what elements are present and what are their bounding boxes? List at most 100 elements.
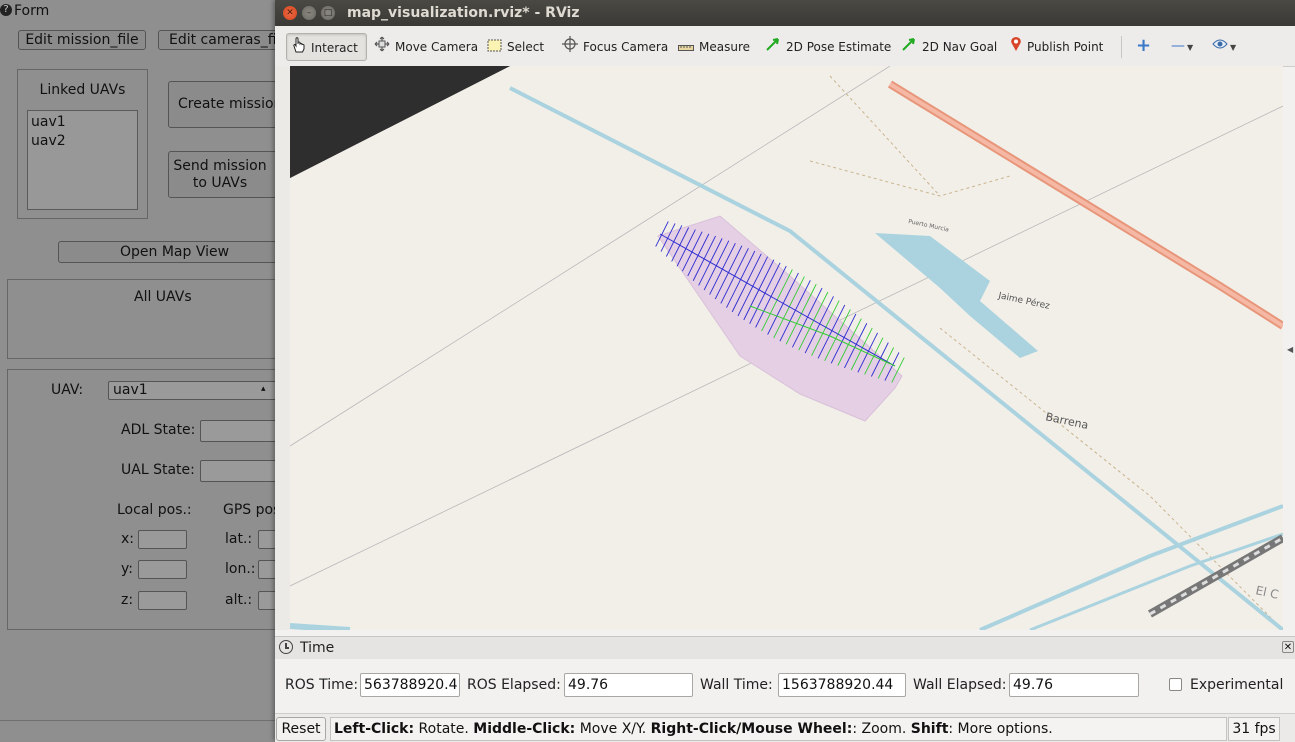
move-camera-label: Move Camera [395,40,479,54]
help-hint: Left-Click: Rotate. Middle-Click: Move X… [330,717,1227,741]
list-item[interactable]: uav2 [31,132,134,151]
map-scene: Barrena Jaime Pérez Puerto Murcia El C [290,66,1283,630]
hint-zoom: : Zoom. [852,721,911,737]
right-panel-toggle-icon[interactable]: ◀ [1287,345,1293,354]
left-dock-gutter [275,66,290,630]
x-label: x: [121,531,135,547]
hint-right-click: Right-Click/Mouse Wheel: [650,721,853,737]
measure-tool[interactable]: Measure [673,33,755,61]
rviz-window: ✕ – □ map_visualization.rviz* - RViz Int… [275,0,1295,742]
pose-estimate-label: 2D Pose Estimate [786,40,892,54]
select-icon [487,34,502,62]
all-uavs-label: All UAVs [134,289,192,305]
window-title: map_visualization.rviz* - RViz [347,5,580,21]
y-label: y: [121,561,133,577]
send-mission-label-2: to UAVs [192,175,248,191]
time-panel-header: Time ✕ [275,636,1295,659]
select-tool[interactable]: Select [482,33,549,61]
linked-uavs-list[interactable]: uav1 uav2 [27,110,138,210]
chevron-down-icon: ▼ [1187,43,1194,52]
publish-point-tool[interactable]: Publish Point [1005,33,1108,61]
wall-time-field[interactable]: 1563788920.44 [778,673,906,697]
ros-time-label: ROS Time: [285,677,359,693]
wall-time-label: Wall Time: [700,677,773,693]
edit-mission-file-button[interactable]: Edit mission_file [18,30,146,50]
maximize-window-icon[interactable]: □ [321,6,335,20]
focus-camera-label: Focus Camera [583,40,669,54]
reset-button[interactable]: Reset [276,717,326,741]
open-map-view-button[interactable]: Open Map View [58,241,290,263]
minimize-window-icon[interactable]: – [302,6,316,20]
form-window: ? Form Edit mission_file Edit cameras_fi … [0,0,290,741]
publish-point-label: Publish Point [1027,40,1104,54]
form-title-text: Form [14,3,50,19]
local-y-field[interactable] [138,560,187,579]
map-pin-icon [1010,34,1022,62]
clock-icon [279,640,293,654]
interact-label: Interact [311,41,358,55]
focus-camera-tool[interactable]: Focus Camera [557,33,673,61]
green-arrow-icon [765,34,781,62]
ruler-icon [678,34,694,62]
move-camera-tool[interactable]: Move Camera [369,33,483,61]
lat-label: lat.: [225,531,253,547]
hint-more: : More options. [948,721,1053,737]
hint-rotate: Rotate. [414,721,474,737]
wall-elapsed-field[interactable]: 49.76 [1009,673,1139,697]
nav-goal-tool[interactable]: 2D Nav Goal [896,33,1002,61]
time-panel-title: Time [300,640,335,656]
remove-tool-icon[interactable]: — ▼ [1171,37,1193,57]
title-bar: ✕ – □ map_visualization.rviz* - RViz [275,0,1295,26]
render-viewport[interactable]: Barrena Jaime Pérez Puerto Murcia El C [290,66,1283,630]
green-arrow-icon [901,34,917,62]
linked-uavs-group: Linked UAVs uav1 uav2 [17,69,148,219]
wall-elapsed-label: Wall Elapsed: [913,677,1007,693]
form-title: ? Form [0,0,49,22]
select-label: Select [507,40,545,54]
move-camera-icon [374,34,390,62]
send-mission-label-1: Send mission [173,158,267,174]
local-z-field[interactable] [138,591,187,610]
hint-middle-click: Middle-Click: [473,721,576,737]
ros-elapsed-label: ROS Elapsed: [467,677,561,693]
close-window-icon[interactable]: ✕ [283,6,297,20]
status-bar: Reset Left-Click: Rotate. Middle-Click: … [275,713,1295,742]
alt-label: alt.: [225,592,253,608]
help-icon: ? [0,4,12,16]
uav-select-value: uav1 [113,382,148,398]
ros-time-field[interactable]: 563788920.41 [360,673,460,697]
nav-goal-label: 2D Nav Goal [922,40,998,54]
fps-counter: 31 fps [1228,717,1280,741]
hint-left-click: Left-Click: [334,721,415,737]
interact-tool[interactable]: Interact [286,33,367,61]
z-label: z: [121,592,134,608]
experimental-label: Experimental [1190,677,1284,693]
edit-cameras-file-button[interactable]: Edit cameras_fi [158,30,290,50]
local-x-field[interactable] [138,530,187,549]
local-pos-label: Local pos.: [117,502,192,518]
ual-state-label: UAL State: [121,462,195,478]
focus-camera-icon [562,34,578,62]
list-item[interactable]: uav1 [31,113,134,132]
all-uavs-group: All UAVs [7,279,290,359]
pose-estimate-tool[interactable]: 2D Pose Estimate [760,33,896,61]
chevron-down-icon: ▼ [1230,43,1237,52]
linked-uavs-label: Linked UAVs [39,82,126,98]
close-panel-icon[interactable]: ✕ [1282,641,1294,653]
send-mission-button[interactable]: Send mission to UAVs [168,151,290,198]
toolbar: Interact Move Camera Select Focus Camera… [275,26,1295,67]
experimental-checkbox[interactable] [1169,678,1182,691]
measure-label: Measure [699,40,750,54]
uav-label: UAV: [51,382,84,398]
gps-pos-label: GPS pos [223,502,281,518]
hint-move: Move X/Y. [575,721,651,737]
create-mission-button[interactable]: Create mission [168,81,290,128]
lon-label: lon.: [225,561,256,577]
add-tool-icon[interactable]: + [1136,37,1151,55]
spinner-arrows-icon: ▴ [261,384,266,394]
adl-state-label: ADL State: [121,422,196,438]
uav-select[interactable]: uav1 ▴ [108,381,278,400]
view-options-icon[interactable]: ▼ [1212,37,1236,57]
form-divider [0,720,290,721]
ros-elapsed-field[interactable]: 49.76 [564,673,693,697]
